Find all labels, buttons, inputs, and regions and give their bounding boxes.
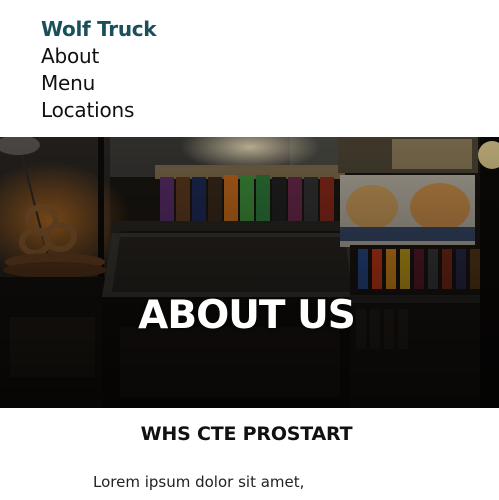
hero-banner: ABOUT US (0, 137, 499, 408)
hero-background-image (0, 137, 499, 408)
brand-logo-link[interactable]: Wolf Truck (41, 16, 341, 43)
hero-title: ABOUT US (138, 293, 356, 339)
nav-link-locations[interactable]: Locations (41, 97, 341, 124)
site-header: Wolf Truck About Menu Locations (41, 16, 341, 124)
nav-link-about[interactable]: About (41, 43, 341, 70)
nav-link-menu[interactable]: Menu (41, 70, 341, 97)
intro-paragraph: Lorem ipsum dolor sit amet, (93, 473, 305, 491)
section-heading: WHS CTE PROSTART (140, 423, 353, 445)
main-nav: About Menu Locations (41, 43, 341, 124)
